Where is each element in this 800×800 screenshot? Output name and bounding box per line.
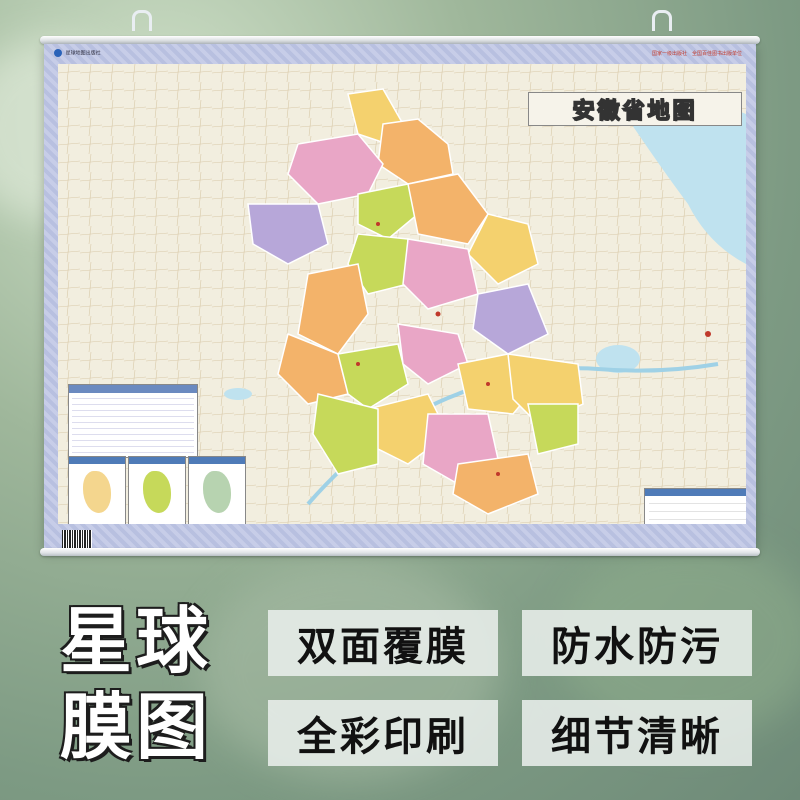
publisher-note: 国家一级出版社 全国百佳图书出版单位 — [651, 51, 742, 57]
publisher-mark: 星球地图出版社 — [54, 49, 101, 57]
feature-label: 细节清晰 — [551, 714, 723, 760]
brand-line-1: 星球 — [60, 599, 213, 683]
wall-map-poster: 星球地图出版社 国家一级出版社 全国百佳图书出版单位 安徽省地图 — [44, 44, 756, 551]
feature-badge-detail: 细节清晰 — [522, 700, 752, 766]
feature-badge-fullcolor: 全彩印刷 — [268, 700, 498, 766]
hanger-hook-left — [132, 10, 152, 31]
feature-badge-waterproof: 防水防污 — [522, 610, 752, 676]
top-hanging-rod — [40, 36, 760, 44]
inset-map-1 — [68, 456, 126, 524]
feature-badge-lamination: 双面覆膜 — [268, 610, 498, 676]
feature-label: 双面覆膜 — [297, 624, 469, 670]
inset-map-3 — [188, 456, 246, 524]
province-map: 安徽省地图 — [58, 64, 746, 524]
bottom-hanging-rod — [40, 548, 760, 556]
publisher-logo-icon — [54, 49, 62, 57]
publisher-name: 星球地图出版社 — [65, 50, 101, 57]
inset-map-2 — [128, 456, 186, 524]
map-title: 安徽省地图 — [572, 97, 698, 125]
map-title-box: 安徽省地图 — [528, 92, 742, 126]
feature-label: 防水防污 — [551, 624, 723, 670]
feature-label: 全彩印刷 — [297, 714, 469, 760]
barcode — [62, 530, 92, 548]
statistics-table — [68, 384, 198, 458]
hanger-hook-right — [652, 10, 672, 31]
brand-line-2: 膜图 — [60, 685, 213, 769]
brand-logotype: 星球 膜图 — [60, 598, 220, 770]
map-legend — [644, 488, 746, 524]
